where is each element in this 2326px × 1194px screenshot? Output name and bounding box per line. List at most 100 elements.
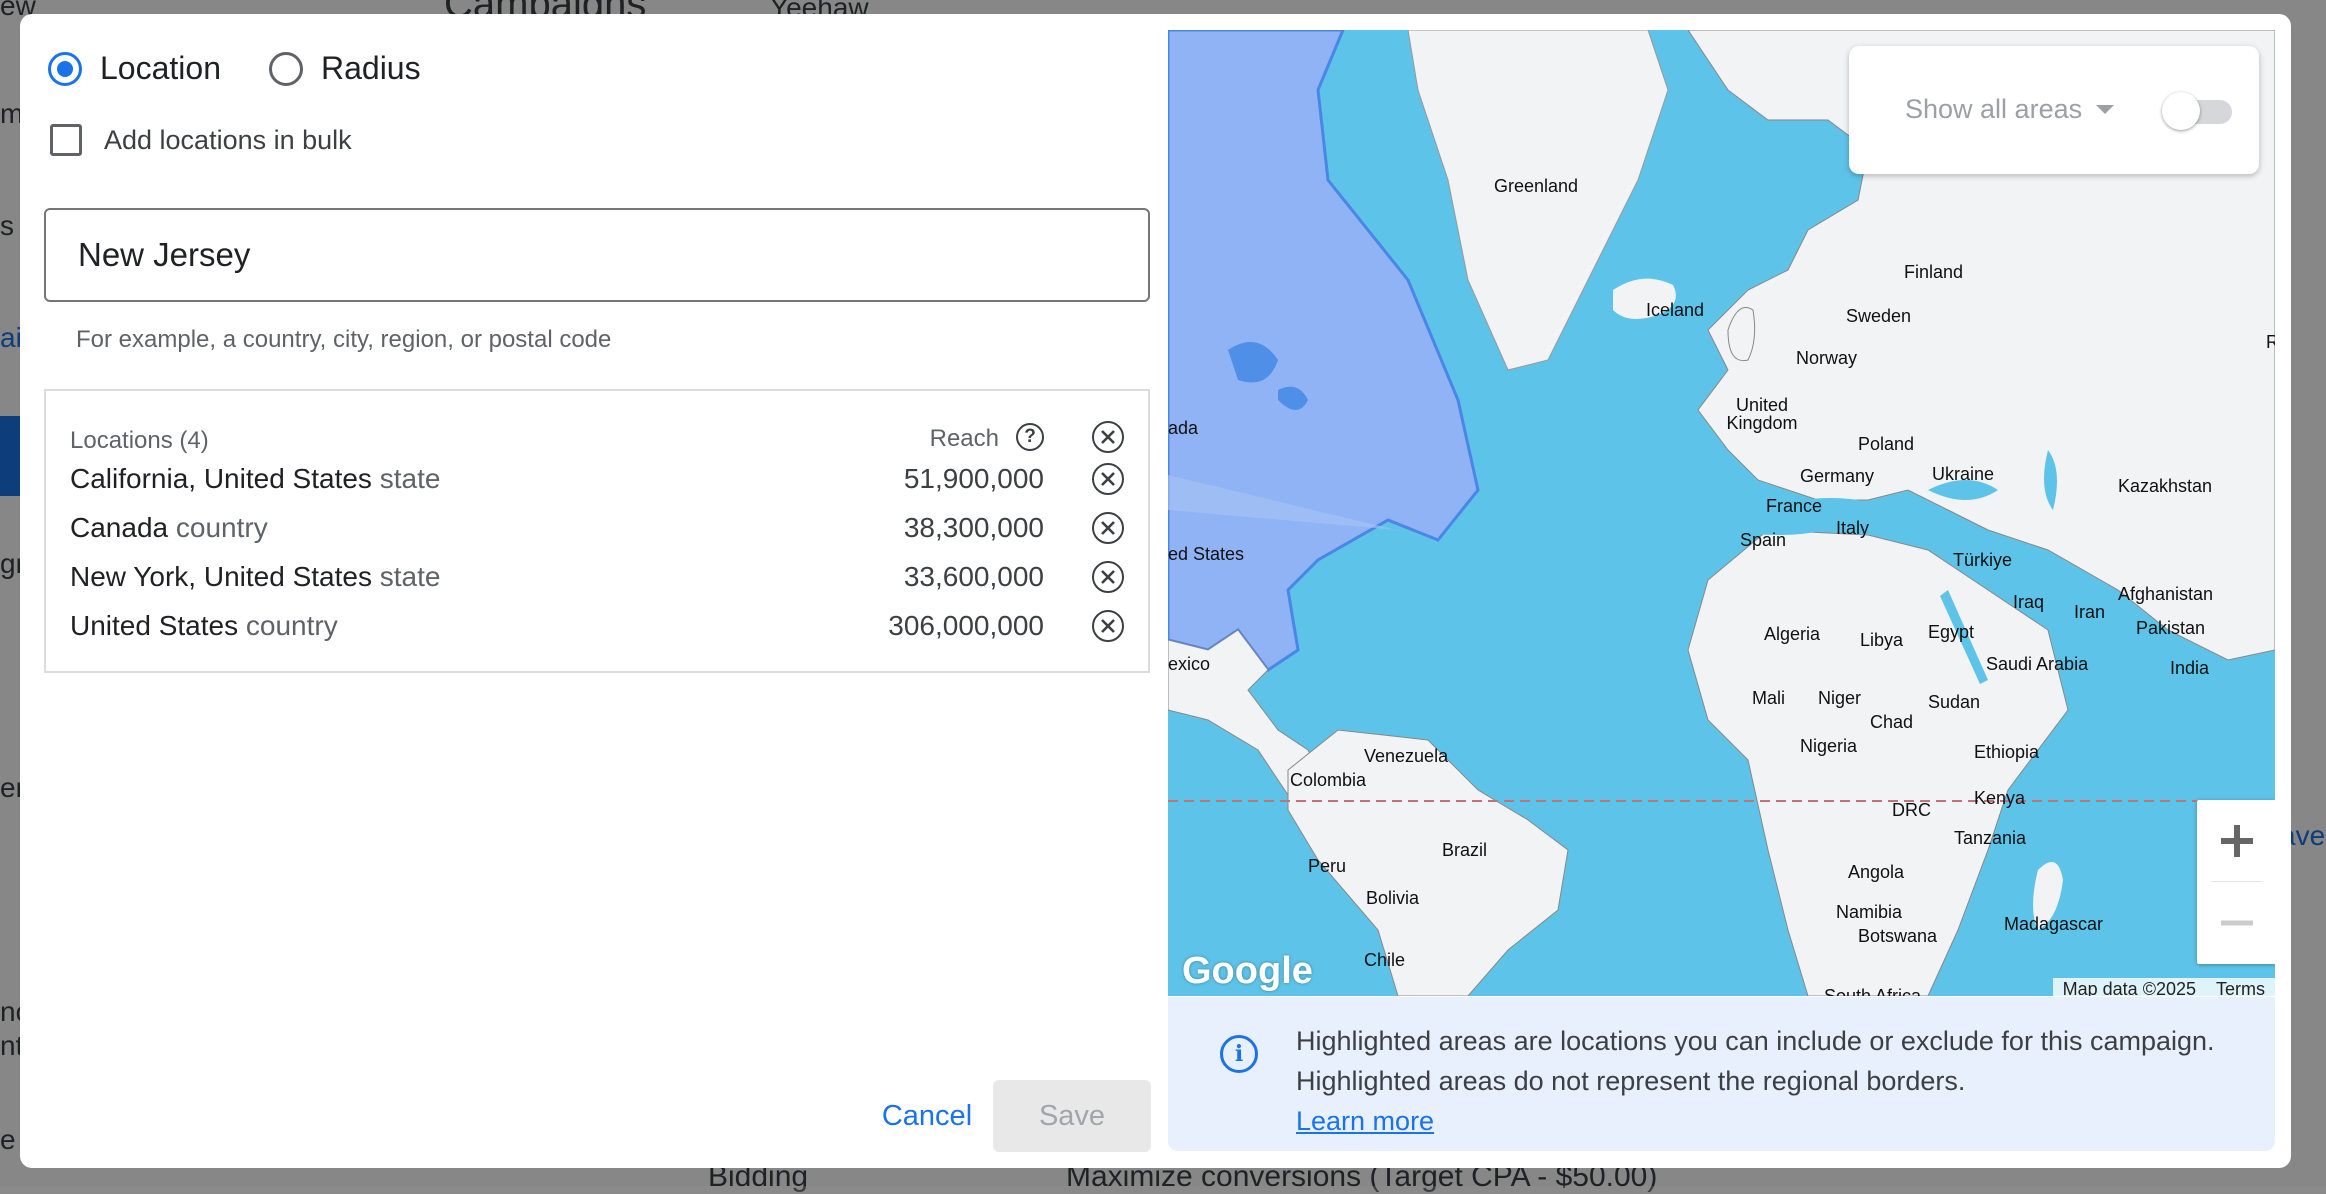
map-label: Italy	[1836, 518, 1870, 538]
map-label: Madagascar	[2004, 914, 2104, 934]
remove-location-icon[interactable]	[1092, 463, 1124, 495]
map-label: Chad	[1870, 712, 1914, 732]
save-button[interactable]: Save	[993, 1080, 1151, 1152]
map-label: France	[1766, 496, 1823, 516]
radius-radio[interactable]	[268, 51, 303, 86]
map-label: R	[2266, 332, 2275, 352]
map-label: United Kingdom	[1726, 395, 1798, 433]
area-filter-card: Show all areas	[1849, 46, 2259, 174]
map-label: Iraq	[2013, 592, 2045, 612]
location-search-value: New Jersey	[78, 236, 251, 273]
table-row: New York, United States state 33,600,000	[70, 555, 1124, 599]
map-label: Sweden	[1846, 306, 1912, 326]
locations-count: Locations (4)	[70, 427, 209, 454]
location-reach: 33,600,000	[903, 561, 1044, 592]
map-label: Chile	[1364, 950, 1406, 970]
location-name: United States	[70, 610, 239, 641]
map-label: Ethiopia	[1974, 742, 2040, 762]
map-label: Namibia	[1836, 902, 1903, 922]
table-row: Canada country 38,300,000	[70, 506, 1124, 550]
location-dialog: Location Radius Add locations in bulk Ne…	[20, 14, 2291, 1168]
selected-locations-table: Locations (4) Reach ? California, United…	[44, 389, 1150, 673]
show-areas-label: Show all areas	[1905, 94, 2083, 124]
map-label: Brazil	[1442, 840, 1488, 860]
map-label: Mali	[1752, 688, 1786, 708]
map-label: Libya	[1860, 630, 1904, 650]
map-label: Venezuela	[1364, 746, 1449, 766]
location-type: state	[379, 561, 441, 592]
zoom-in-button[interactable]	[2197, 800, 2275, 882]
map-label: Spain	[1740, 530, 1787, 550]
bulk-checkbox[interactable]	[50, 124, 82, 156]
learn-more-link[interactable]: Learn more	[1296, 1106, 1434, 1136]
remove-location-icon[interactable]	[1092, 610, 1124, 642]
bulk-checkbox-label[interactable]: Add locations in bulk	[104, 125, 352, 156]
plus-icon	[2221, 825, 2253, 857]
map-label: Ukraine	[1932, 464, 1995, 484]
show-areas-toggle[interactable]	[2162, 92, 2234, 130]
location-panel: Location Radius Add locations in bulk Ne…	[20, 14, 1170, 1168]
location-reach: 306,000,000	[888, 610, 1044, 641]
map-label: Germany	[1800, 466, 1875, 486]
map-label: Kazakhstan	[2118, 476, 2213, 496]
map-label: Saudi Arabia	[1986, 654, 2089, 674]
map-label: Iran	[2074, 602, 2106, 622]
map-label: Iceland	[1646, 300, 1705, 320]
remove-all-icon[interactable]	[1092, 421, 1124, 453]
location-reach: 51,900,000	[903, 463, 1044, 494]
minus-icon	[2221, 920, 2253, 926]
map-label: Colombia	[1290, 770, 1367, 790]
map-label: Greenland	[1494, 176, 1579, 196]
info-icon: i	[1220, 1035, 1258, 1073]
zoom-control	[2197, 800, 2275, 964]
info-text: Highlighted areas are locations you can …	[1296, 1026, 2215, 1096]
show-areas-dropdown[interactable]: Show all areas	[1905, 94, 2115, 125]
location-reach: 38,300,000	[903, 512, 1044, 543]
search-hint: For example, a country, city, region, or…	[76, 326, 612, 353]
table-row: United States country 306,000,000	[70, 604, 1124, 648]
map-label: Sudan	[1928, 692, 1981, 712]
map-label: Peru	[1308, 856, 1347, 876]
zoom-out-button[interactable]	[2197, 882, 2275, 964]
map-label: Poland	[1858, 434, 1915, 454]
map-label: Bolivia	[1366, 888, 1420, 908]
location-type: country	[245, 610, 338, 641]
table-row: California, United States state 51,900,0…	[70, 457, 1124, 501]
bulk-row: Add locations in bulk	[50, 124, 352, 156]
radius-radio-label[interactable]: Radius	[321, 50, 421, 87]
map-label: South Africa	[1824, 986, 1922, 996]
terms-link[interactable]: Terms	[2206, 979, 2275, 997]
map-label: India	[2170, 658, 2210, 678]
info-banner: i Highlighted areas are locations you ca…	[1168, 997, 2275, 1151]
location-type: country	[175, 512, 268, 543]
map-label: ada	[1168, 418, 1199, 438]
help-icon[interactable]: ?	[1016, 423, 1044, 451]
location-type: state	[379, 463, 441, 494]
google-logo: Google	[1182, 950, 1313, 992]
location-radio-label[interactable]: Location	[100, 50, 221, 87]
location-search-input[interactable]: New Jersey	[44, 208, 1150, 302]
map-view[interactable]: Greenland Iceland Finland Sweden Norway …	[1168, 30, 2275, 996]
targeting-mode-group: Location Radius	[48, 50, 451, 87]
table-header: Locations (4) Reach ?	[70, 421, 1124, 461]
map-label: Türkiye	[1953, 550, 2013, 570]
location-name: Canada	[70, 512, 169, 543]
location-name: New York, United States	[70, 561, 372, 592]
map-label: Finland	[1904, 262, 1964, 282]
map-terrain	[1168, 30, 2275, 996]
map-label: exico	[1168, 654, 1211, 674]
map-label: Pakistan	[2136, 618, 2206, 638]
map-label: Niger	[1818, 688, 1862, 708]
map-attribution: Map data ©2025 Terms	[2052, 978, 2275, 997]
map-data-text[interactable]: Map data ©2025	[2053, 979, 2206, 997]
map-label: Nigeria	[1800, 736, 1858, 756]
cancel-button[interactable]: Cancel	[862, 1080, 992, 1152]
map-label: Algeria	[1764, 624, 1821, 644]
remove-location-icon[interactable]	[1092, 561, 1124, 593]
map-label: Egypt	[1928, 622, 1975, 642]
chevron-down-icon	[2096, 105, 2115, 114]
reach-header: Reach	[929, 425, 999, 452]
location-radio[interactable]	[48, 51, 82, 86]
map-label: Tanzania	[1954, 828, 2027, 848]
remove-location-icon[interactable]	[1092, 512, 1124, 544]
